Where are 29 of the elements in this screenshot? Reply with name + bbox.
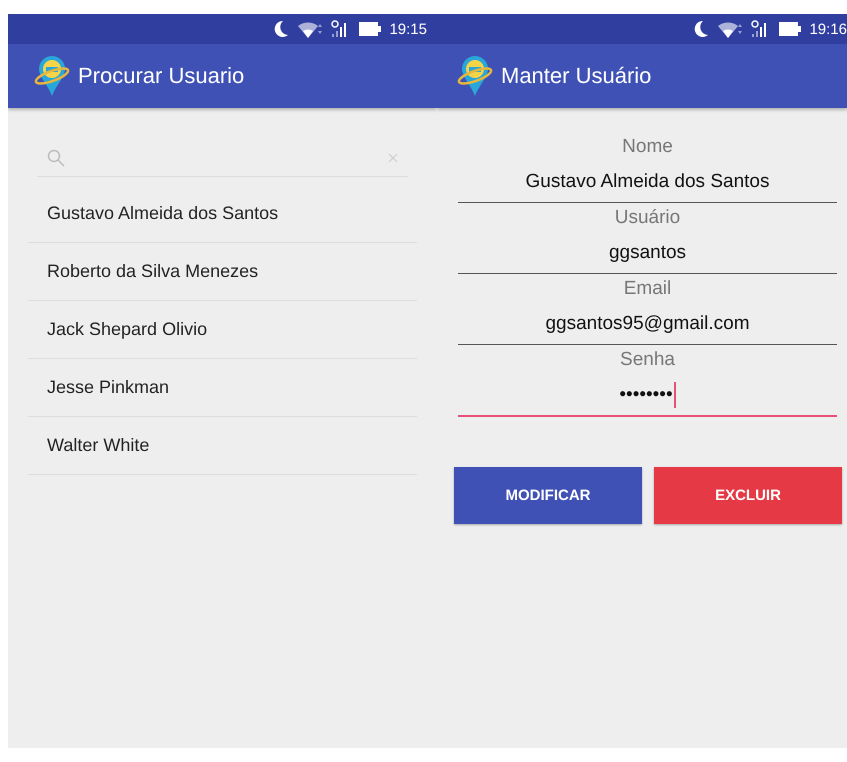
search-icon: [47, 149, 65, 167]
location-pin-logo: [34, 54, 70, 98]
delete-button[interactable]: EXCLUIR: [654, 467, 842, 524]
text-field[interactable]: ••••••••: [458, 375, 837, 417]
status-time: 19:15: [389, 20, 427, 38]
location-pin-logo: [457, 54, 493, 98]
battery-icon: [359, 22, 382, 36]
field-label: Usuário: [614, 206, 680, 230]
field-label: Nome: [622, 135, 673, 159]
user-list-item[interactable]: Walter White: [28, 417, 417, 475]
text-field[interactable]: ggsantos: [458, 233, 837, 274]
app-title: Procurar Usuario: [78, 63, 244, 89]
text-field[interactable]: ggsantos95@gmail.com: [458, 304, 837, 345]
modify-button[interactable]: MODIFICAR: [454, 467, 642, 524]
user-list-item[interactable]: Roberto da Silva Menezes: [28, 243, 417, 301]
field-label: Email: [624, 277, 672, 301]
clear-icon[interactable]: [388, 153, 398, 163]
app-title: Manter Usuário: [501, 63, 652, 89]
status-time: 19:16: [809, 20, 847, 38]
moon-icon: [273, 20, 290, 38]
moon-icon: [693, 20, 710, 38]
wifi-icon: [717, 20, 744, 38]
field-label: Senha: [620, 348, 675, 372]
battery-icon: [779, 22, 802, 36]
wifi-icon: [297, 20, 324, 38]
text-field[interactable]: Gustavo Almeida dos Santos: [458, 162, 837, 203]
user-list-item[interactable]: Jesse Pinkman: [28, 359, 417, 417]
user-list-item[interactable]: Jack Shepard Olivio: [28, 301, 417, 359]
user-list-item[interactable]: Gustavo Almeida dos Santos: [28, 185, 417, 243]
